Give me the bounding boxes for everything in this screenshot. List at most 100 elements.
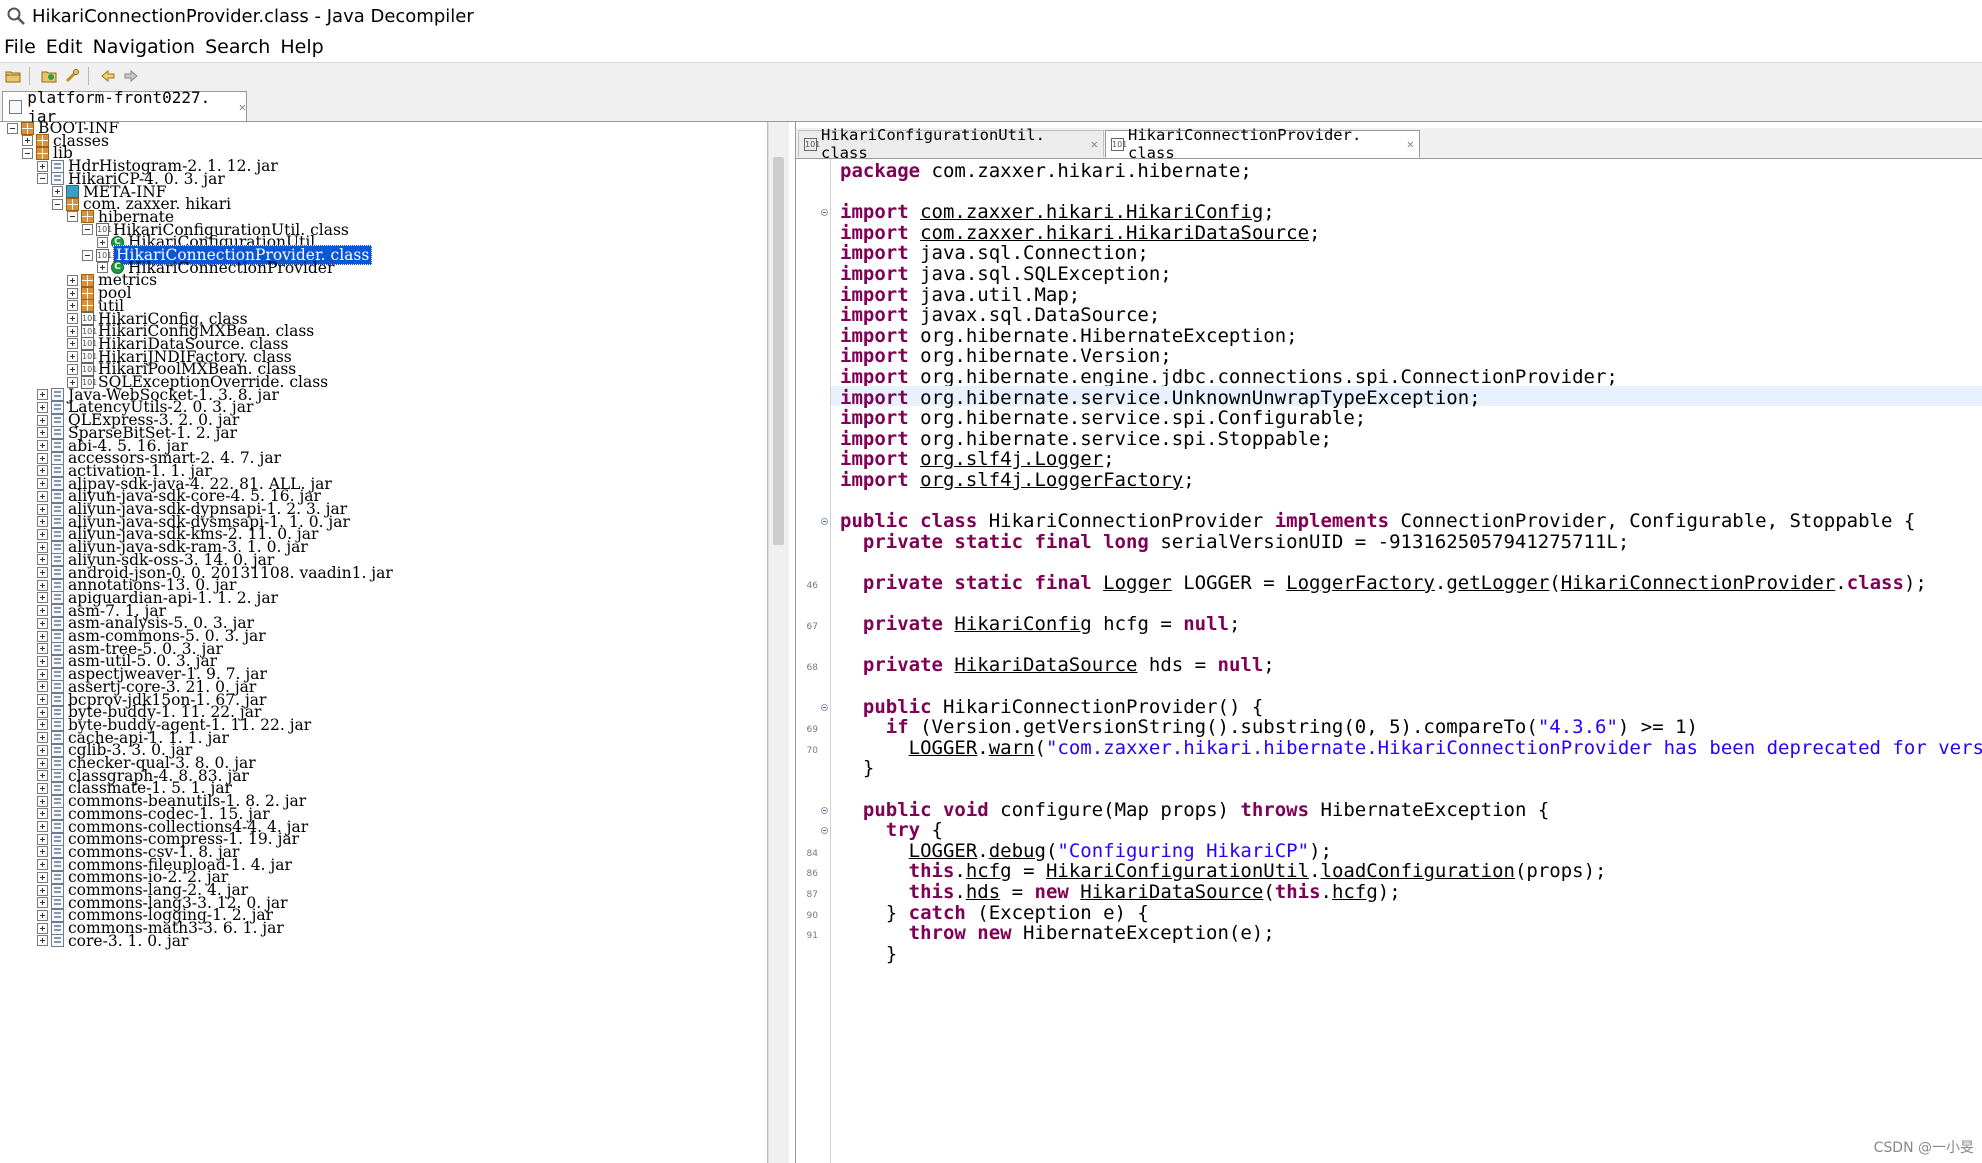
link-token[interactable]: LOGGER	[909, 840, 978, 862]
code-token: (props);	[1514, 860, 1607, 883]
link-token[interactable]: HikariDataSource	[954, 654, 1137, 676]
code-token: (Version.getVersionString().substring(0,…	[908, 716, 1538, 739]
link-token[interactable]: LoggerFactory	[1286, 572, 1435, 594]
link-token[interactable]: hcfg	[966, 860, 1012, 882]
open-type-icon[interactable]	[39, 67, 59, 85]
link-token[interactable]: HikariConfig	[954, 613, 1091, 635]
collapse-icon[interactable]	[22, 147, 33, 159]
tree-node-label: core-3. 1. 0. jar	[68, 931, 189, 950]
close-icon[interactable]: ✕	[239, 100, 246, 114]
code-token: (Exception e) {	[965, 901, 1149, 924]
package-tree: BOOT-INF classes lib HdrHistogram-2. 1. 12.…	[0, 122, 768, 1163]
tab-hikari-connection-provider[interactable]: 101 HikariConnectionProvider. class ✕	[1105, 126, 1420, 162]
keyword-token: private static final	[862, 572, 1092, 594]
class-file-icon: 101	[1111, 137, 1128, 151]
code-line: public class HikariConnectionProvider im…	[840, 511, 1915, 532]
code-token: java.sql.SQLException;	[908, 263, 1172, 285]
link-token[interactable]: warn	[989, 737, 1035, 759]
link-token[interactable]: HikariConnectionProvider	[1561, 572, 1836, 594]
keyword-token: import	[840, 221, 909, 244]
collapse-icon[interactable]	[7, 122, 18, 134]
link-token[interactable]: com.zaxxer.hikari.HikariConfig	[920, 201, 1263, 223]
collapse-icon[interactable]	[67, 211, 78, 223]
link-token[interactable]: getLogger	[1446, 572, 1549, 594]
link-token[interactable]: hcfg	[1332, 881, 1378, 903]
code-line: private static final long serialVersionU…	[840, 530, 1629, 553]
code-line: } catch (Exception e) {	[840, 901, 1149, 924]
menu-navigation[interactable]: Navigation	[88, 36, 200, 58]
tab-jar-label: platform-front0227. jar	[27, 87, 211, 126]
code-token: .	[954, 860, 966, 883]
menu-search[interactable]: Search	[200, 36, 275, 58]
link-token[interactable]: loadConfiguration	[1321, 860, 1515, 882]
code-token: java.util.Map;	[908, 283, 1081, 306]
code-token: );	[1309, 839, 1332, 862]
link-token[interactable]: LOGGER	[909, 737, 978, 759]
code-token: (	[1045, 839, 1058, 862]
tab-jar-file[interactable]: platform-front0227. jar ✕	[2, 88, 247, 126]
keyword-token: null	[1217, 654, 1264, 677]
forward-arrow-icon[interactable]	[121, 67, 141, 85]
collapse-icon[interactable]	[82, 249, 93, 261]
link-token[interactable]: HikariDataSource	[1080, 881, 1263, 903]
collapse-icon[interactable]	[52, 198, 63, 210]
code-token: {	[920, 819, 943, 842]
search-icon[interactable]	[62, 67, 82, 85]
link-token[interactable]: hds	[966, 881, 1000, 903]
keyword-token: try	[885, 819, 921, 842]
code-line: private HikariConfig hcfg = null;	[840, 613, 1241, 636]
window-title: HikariConnectionProvider.class - Java De…	[32, 5, 474, 27]
editor-panel: 101 HikariConfigurationUtil. class ✕ 101…	[795, 122, 1982, 1163]
keyword-token: import	[840, 304, 909, 327]
editor-tab-bar: 101 HikariConfigurationUtil. class ✕ 101…	[796, 126, 1982, 162]
tree-vertical-scrollbar[interactable]	[768, 122, 789, 1163]
code-token: }	[840, 901, 909, 924]
keyword-token: import	[840, 201, 909, 224]
scrollbar-thumb[interactable]	[773, 157, 784, 545]
expand-icon[interactable]	[37, 935, 48, 947]
code-token: ;	[1263, 201, 1275, 224]
menu-edit[interactable]: Edit	[41, 36, 88, 58]
link-token[interactable]: debug	[989, 840, 1046, 862]
code-line: public void configure(Map props) throws …	[840, 798, 1549, 821]
close-icon[interactable]: ✕	[1091, 137, 1098, 151]
link-token[interactable]: Logger	[1103, 572, 1172, 594]
collapse-icon[interactable]	[82, 224, 93, 236]
code-token: ;	[1309, 221, 1321, 244]
code-line: }	[840, 758, 874, 779]
menu-file[interactable]: File	[0, 36, 41, 58]
keyword-token: import	[840, 448, 909, 471]
code-token: ;	[1228, 613, 1241, 636]
code-token: hds =	[1137, 654, 1218, 677]
back-arrow-icon[interactable]	[98, 67, 118, 85]
keyword-token: implements	[1274, 510, 1390, 533]
tree-node-label: HikariConnectionProvider	[128, 258, 335, 277]
code-token: org.hibernate.service.spi.Configurable;	[908, 407, 1367, 430]
keyword-token: throws	[1240, 798, 1310, 821]
string-token: "4.3.6"	[1537, 716, 1618, 739]
open-folder-icon[interactable]	[3, 67, 23, 85]
menu-help[interactable]: Help	[275, 36, 328, 58]
close-icon[interactable]: ✕	[1407, 137, 1414, 151]
keyword-token: private static final long	[862, 530, 1149, 553]
collapse-icon[interactable]	[37, 173, 48, 185]
link-token[interactable]: com.zaxxer.hikari.HikariDataSource	[920, 222, 1309, 244]
tree-node[interactable]: core-3. 1. 0. jar	[37, 931, 189, 950]
keyword-token: import	[840, 469, 909, 491]
link-token[interactable]: HikariConfigurationUtil	[1046, 860, 1309, 882]
link-token[interactable]: org.slf4j.Logger	[920, 448, 1103, 470]
code-token: LOGGER =	[1171, 572, 1287, 594]
code-token: org.hibernate.HibernateException;	[908, 324, 1298, 347]
tab-hikari-configuration-util[interactable]: 101 HikariConfigurationUtil. class ✕	[798, 126, 1104, 162]
source-code-view[interactable]: package com.zaxxer.hikari.hibernate; impo…	[796, 159, 1982, 1163]
link-token[interactable]: org.slf4j.LoggerFactory	[920, 469, 1183, 491]
